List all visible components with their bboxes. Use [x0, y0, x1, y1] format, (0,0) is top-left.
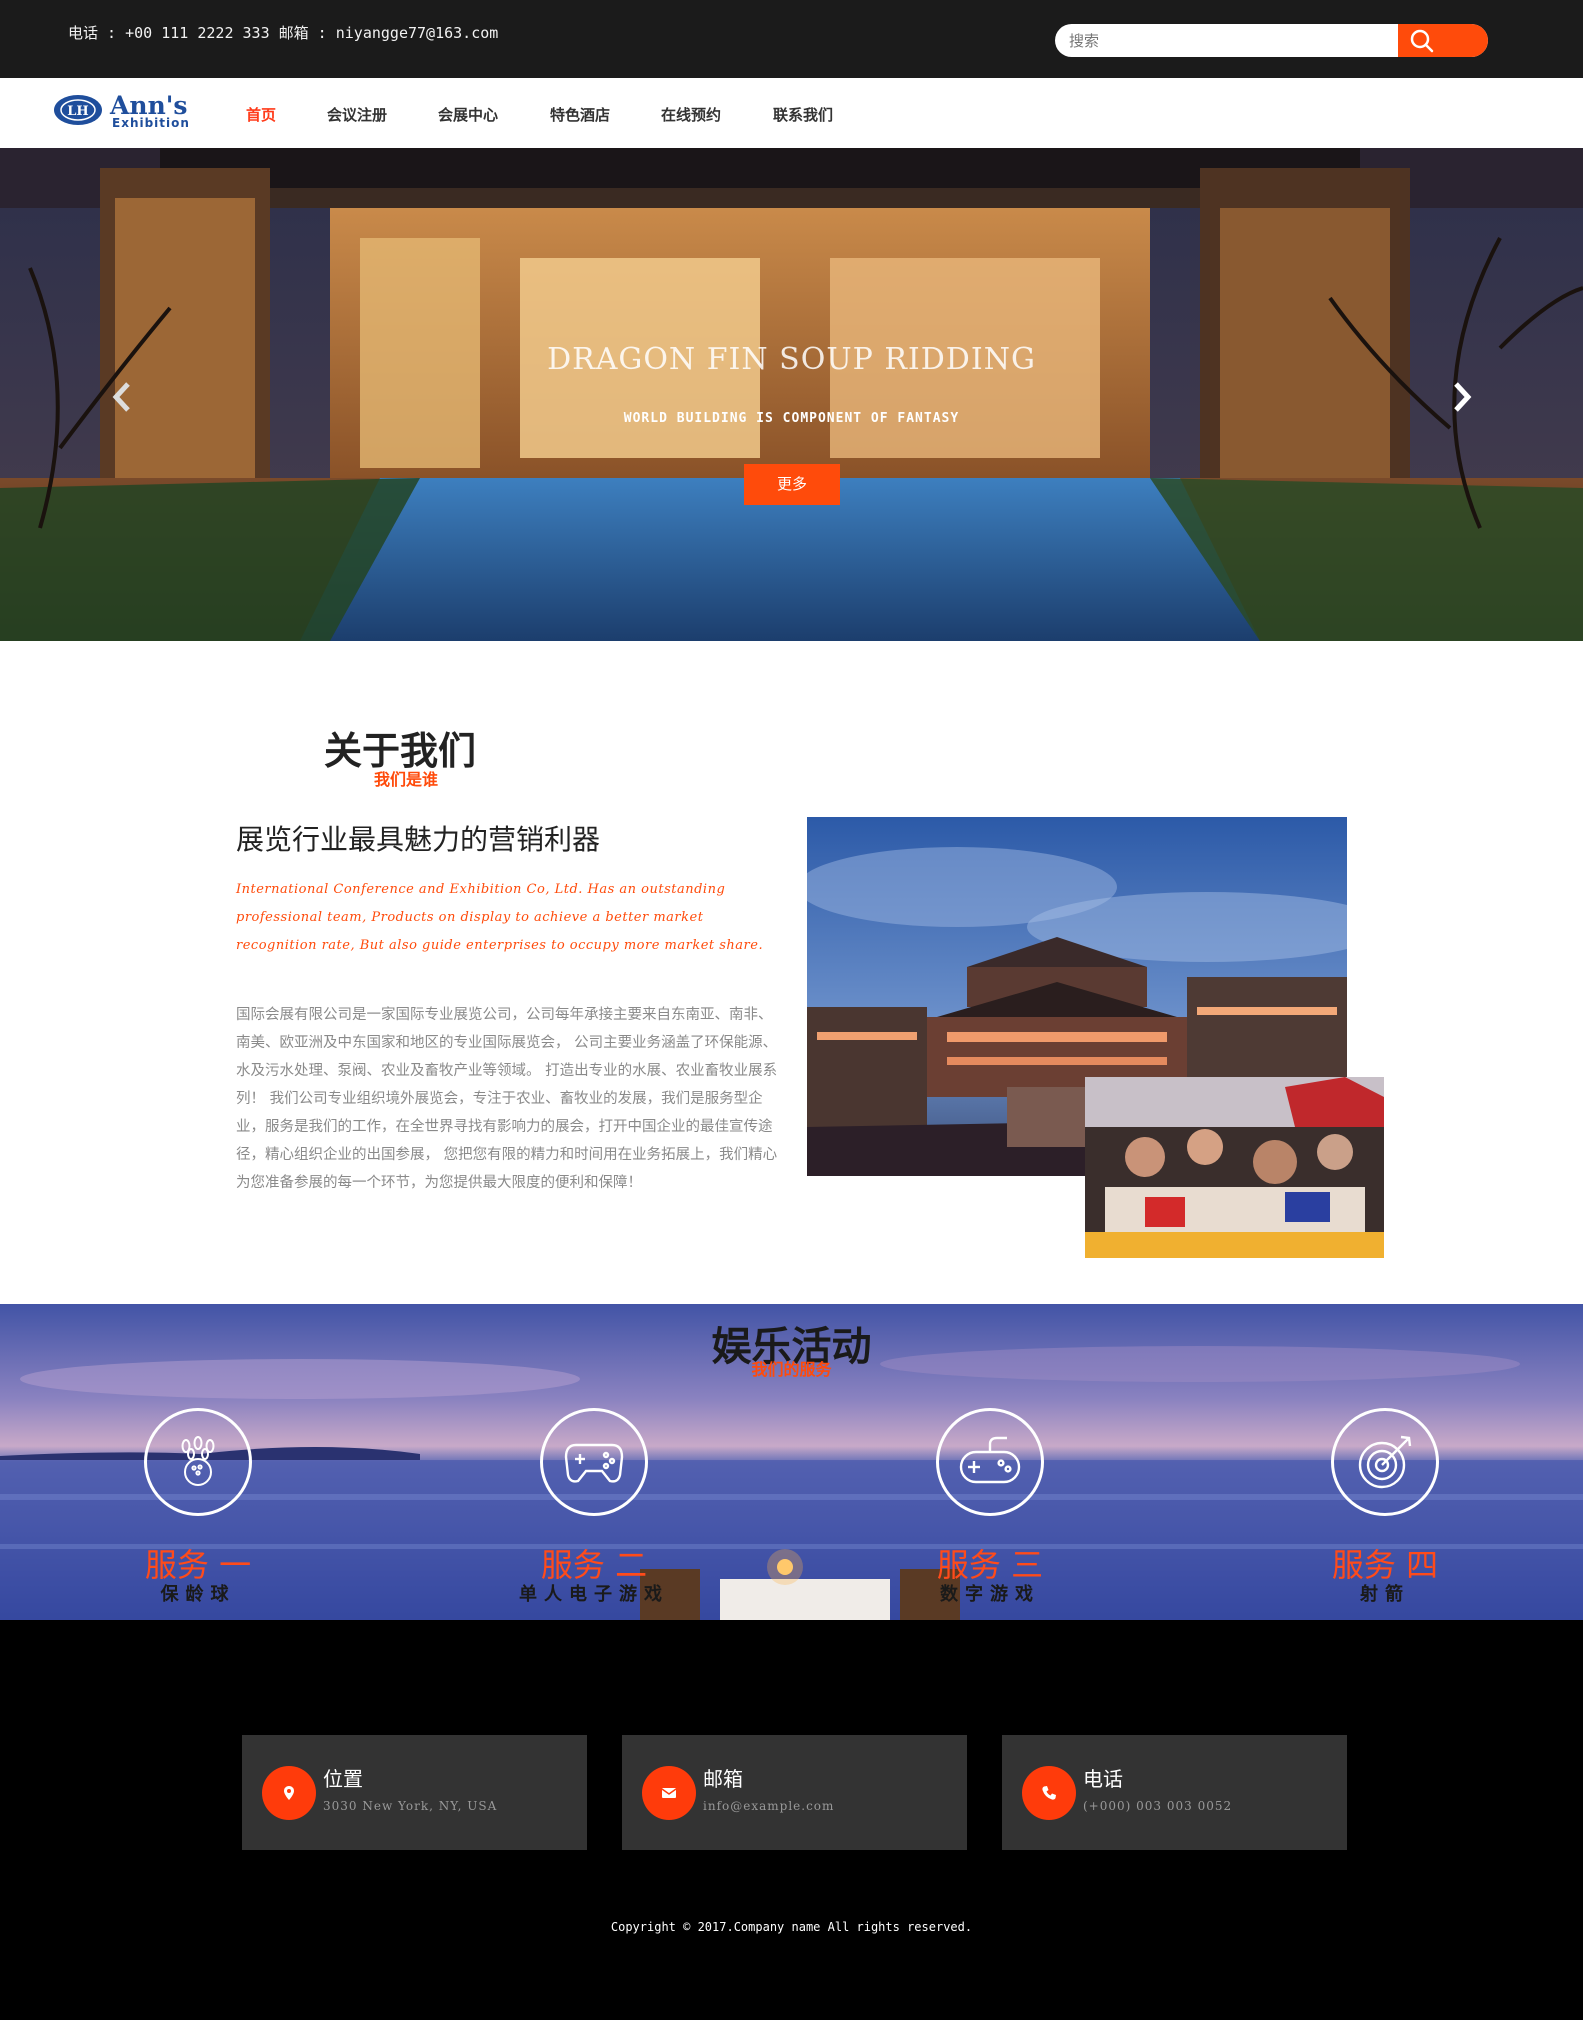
email-title: 邮箱: [703, 1767, 743, 1791]
phone-icon: [1022, 1766, 1076, 1820]
carousel-next-arrow[interactable]: [1450, 380, 1474, 414]
service-1-name: 服务 一: [144, 1546, 252, 1584]
target-icon: [1358, 1435, 1412, 1489]
logo-mark: LH Ann's Exhibition: [54, 91, 190, 130]
search-icon: [1410, 29, 1434, 53]
service-card-4: 服务 四 射箭: [1275, 1408, 1495, 1608]
footer-location-card: 位置 3030 New York, NY, USA: [242, 1735, 587, 1850]
chevron-right-icon: [1454, 382, 1472, 412]
phone-text: (+000) 003 003 0052: [1083, 1799, 1233, 1813]
hero-banner: DRAGON FIN SOUP RIDDING WORLD BUILDING I…: [0, 148, 1583, 641]
nav-hotels[interactable]: 特色酒店: [550, 104, 610, 125]
location-text: 3030 New York, NY, USA: [323, 1799, 498, 1813]
nav-home[interactable]: 首页: [246, 104, 276, 125]
gamepad-icon: [564, 1443, 624, 1483]
footer-phone-card: 电话 (+000) 003 003 0052: [1002, 1735, 1347, 1850]
hero-image: [0, 148, 1583, 641]
controller-icon: [959, 1436, 1021, 1484]
search-button[interactable]: [1398, 24, 1488, 57]
service-2-desc: 单人电子游戏: [519, 1584, 669, 1605]
nav-exhibition-center[interactable]: 会展中心: [438, 104, 498, 125]
service-3-name: 服务 三: [936, 1546, 1044, 1584]
contact-info: 电话 : +00 111 2222 333 邮箱 : niyangge77@16…: [68, 24, 499, 42]
phone-label: 电话: [68, 24, 99, 42]
location-title: 位置: [323, 1767, 363, 1791]
footer: 位置 3030 New York, NY, USA 邮箱 info@exampl…: [0, 1620, 1583, 2020]
entertainment-subtitle: 我们的服务: [751, 1360, 832, 1379]
main-nav: LH Ann's Exhibition 首页 会议注册 会展中心 特色酒店 在线…: [0, 78, 1583, 148]
phone-title: 电话: [1083, 1767, 1123, 1791]
hero-more-button[interactable]: 更多: [744, 464, 840, 505]
copyright: Copyright © 2017.Company name All rights…: [610, 1920, 973, 1934]
hero-title: DRAGON FIN SOUP RIDDING: [547, 342, 1036, 377]
carousel-prev-arrow[interactable]: [110, 380, 134, 414]
service-4-desc: 射箭: [1360, 1584, 1410, 1605]
service-3-button[interactable]: [936, 1408, 1044, 1516]
nav-contact[interactable]: 联系我们: [773, 104, 833, 125]
top-bar: 电话 : +00 111 2222 333 邮箱 : niyangge77@16…: [0, 0, 1583, 78]
service-4-button[interactable]: [1331, 1408, 1439, 1516]
nav-booking[interactable]: 在线预约: [661, 104, 721, 125]
search-input[interactable]: [1055, 24, 1398, 57]
service-2-button[interactable]: [540, 1408, 648, 1516]
service-card-1: 服务 一 保龄球: [88, 1408, 308, 1608]
about-chinese-text: 国际会展有限公司是一家国际专业展览公司，公司每年承接主要来自东南亚、南非、南美、…: [236, 1007, 778, 1191]
email-address: niyangge77@163.com: [335, 24, 499, 42]
phone-number: +00 111 2222 333: [125, 24, 270, 42]
about-english-text: International Conference and Exhibition …: [236, 882, 764, 953]
bowling-icon: [181, 1436, 215, 1486]
nav-registration[interactable]: 会议注册: [327, 104, 387, 125]
location-icon: [262, 1766, 316, 1820]
about-subtitle: 我们是谁: [374, 770, 439, 789]
service-3-desc: 数字游戏: [940, 1584, 1040, 1605]
search-box: [1055, 24, 1488, 57]
service-1-button[interactable]: [144, 1408, 252, 1516]
chevron-left-icon: [112, 382, 130, 412]
service-card-2: 服务 二 单人电子游戏: [484, 1408, 704, 1608]
email-text[interactable]: info@example.com: [703, 1799, 834, 1813]
exhibition-photo: [1085, 1077, 1384, 1258]
service-1-desc: 保龄球: [160, 1584, 236, 1605]
about-heading: 展览行业最具魅力的营销利器: [236, 823, 601, 856]
mail-icon: [642, 1766, 696, 1820]
svg-text:Exhibition: Exhibition: [112, 116, 190, 130]
logo[interactable]: LH Ann's Exhibition: [52, 90, 217, 132]
footer-email-card: 邮箱 info@example.com: [622, 1735, 967, 1850]
service-card-3: 服务 三 数字游戏: [880, 1408, 1100, 1608]
service-2-name: 服务 二: [540, 1546, 648, 1584]
hero-subtitle: WORLD BUILDING IS COMPONENT OF FANTASY: [623, 411, 960, 426]
service-4-name: 服务 四: [1331, 1546, 1439, 1584]
entertainment-section: 娱乐活动 我们的服务 服务 一 保龄球 服务 二 单人电子游戏 服务 三 数字游…: [0, 1304, 1583, 1620]
svg-text:LH: LH: [67, 104, 88, 119]
email-label: 邮箱: [278, 24, 309, 42]
